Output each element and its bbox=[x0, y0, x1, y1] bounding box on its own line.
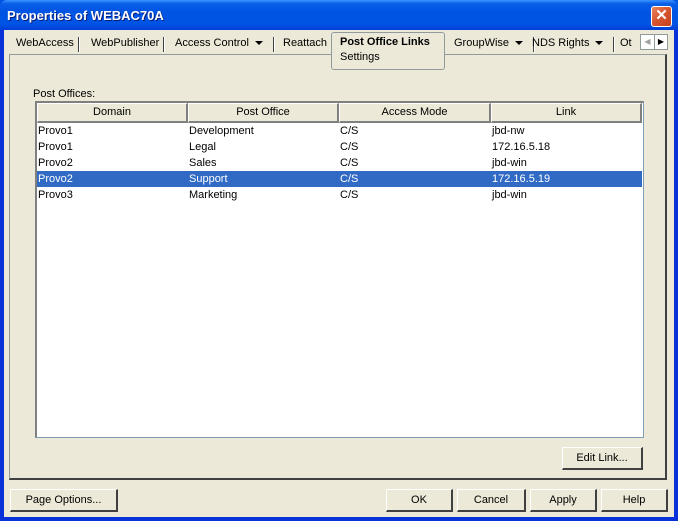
dropdown-arrow-icon bbox=[595, 41, 604, 46]
cell-domain: Provo2 bbox=[38, 173, 73, 185]
cell-link: jbd-win bbox=[492, 189, 527, 201]
dropdown-arrow-icon bbox=[254, 41, 263, 46]
title-bar[interactable]: Properties of WEBAC70A ✕ bbox=[0, 0, 678, 30]
close-button[interactable]: ✕ bbox=[651, 6, 672, 27]
table-row[interactable]: Provo2 Support C/S 172.16.5.19 bbox=[37, 171, 642, 187]
cell-access-mode: C/S bbox=[340, 141, 359, 153]
tab-post-office-links[interactable]: Post Office Links Settings bbox=[331, 32, 445, 70]
table-row[interactable]: Provo2 Sales C/S jbd-win bbox=[37, 155, 642, 171]
column-header-post-office[interactable]: Post Office bbox=[188, 103, 339, 123]
tab-separator bbox=[272, 37, 275, 52]
table-row[interactable]: Provo3 Marketing C/S jbd-win bbox=[37, 187, 642, 203]
post-offices-label: Post Offices: bbox=[33, 88, 96, 100]
edit-link-button[interactable]: Edit Link... bbox=[562, 447, 643, 470]
cell-post-office: Development bbox=[189, 125, 254, 137]
tab-label: NDS Rights bbox=[532, 37, 590, 49]
tab-groupwise[interactable]: GroupWise bbox=[448, 35, 536, 54]
properties-window: Properties of WEBAC70A ✕ WebAccess WebPu… bbox=[0, 0, 678, 521]
scroll-right-icon[interactable]: ▶ bbox=[654, 35, 667, 49]
cell-domain: Provo2 bbox=[38, 157, 73, 169]
cell-post-office: Legal bbox=[189, 141, 216, 153]
cell-domain: Provo1 bbox=[38, 141, 73, 153]
column-header-domain[interactable]: Domain bbox=[37, 103, 188, 123]
tab-label: WebPublisher bbox=[91, 37, 160, 49]
tab-label: GroupWise bbox=[454, 37, 510, 49]
tab-scroll-buttons: ◀ ▶ bbox=[640, 34, 668, 50]
tab-label: Reattach bbox=[283, 37, 328, 49]
cell-access-mode: C/S bbox=[340, 125, 359, 137]
tab-webaccess[interactable]: WebAccess bbox=[10, 35, 80, 54]
cell-link: 172.16.5.18 bbox=[492, 141, 551, 153]
dialog-client: WebAccess WebPublisher Access Control Re… bbox=[4, 30, 674, 517]
tab-label: Post Office Links bbox=[340, 36, 430, 48]
cell-domain: Provo1 bbox=[38, 125, 73, 137]
cell-access-mode: C/S bbox=[340, 173, 359, 185]
tab-reattach[interactable]: Reattach bbox=[277, 35, 333, 54]
cell-post-office: Support bbox=[189, 173, 228, 185]
post-offices-list[interactable]: Domain Post Office Access Mode Link Prov… bbox=[35, 101, 644, 438]
cell-link: 172.16.5.19 bbox=[492, 173, 551, 185]
tab-access-control[interactable]: Access Control bbox=[169, 35, 275, 54]
table-row[interactable]: Provo1 Legal C/S 172.16.5.18 bbox=[37, 139, 642, 155]
cell-post-office: Sales bbox=[189, 157, 217, 169]
dropdown-arrow-icon bbox=[515, 41, 524, 46]
page-options-button[interactable]: Page Options... bbox=[10, 489, 118, 512]
scroll-left-icon[interactable]: ◀ bbox=[641, 35, 654, 49]
subtab-settings[interactable]: Settings bbox=[340, 51, 436, 64]
tab-label: Access Control bbox=[175, 37, 249, 49]
apply-button[interactable]: Apply bbox=[530, 489, 597, 512]
tab-webpublisher[interactable]: WebPublisher bbox=[85, 35, 166, 54]
tab-other-truncated[interactable]: Ot bbox=[614, 35, 640, 54]
cell-link: jbd-win bbox=[492, 157, 527, 169]
cell-post-office: Marketing bbox=[189, 189, 238, 201]
tab-nds-rights[interactable]: NDS Rights bbox=[526, 35, 616, 54]
tab-separator bbox=[163, 37, 166, 52]
ok-button[interactable]: OK bbox=[386, 489, 453, 512]
tab-separator bbox=[77, 37, 80, 52]
cell-domain: Provo3 bbox=[38, 189, 73, 201]
cell-link: jbd-nw bbox=[492, 125, 525, 137]
column-header-access-mode[interactable]: Access Mode bbox=[339, 103, 491, 123]
table-row[interactable]: Provo1 Development C/S jbd-nw bbox=[37, 123, 642, 139]
window-title: Properties of WEBAC70A bbox=[7, 8, 164, 23]
cancel-button[interactable]: Cancel bbox=[457, 489, 526, 512]
cell-access-mode: C/S bbox=[340, 157, 359, 169]
tab-strip: WebAccess WebPublisher Access Control Re… bbox=[10, 32, 642, 70]
tab-label: Ot bbox=[620, 37, 632, 49]
close-icon: ✕ bbox=[655, 7, 668, 24]
column-header-link[interactable]: Link bbox=[491, 103, 642, 123]
tab-label: WebAccess bbox=[16, 37, 74, 49]
cell-access-mode: C/S bbox=[340, 189, 359, 201]
help-button[interactable]: Help bbox=[601, 489, 668, 512]
